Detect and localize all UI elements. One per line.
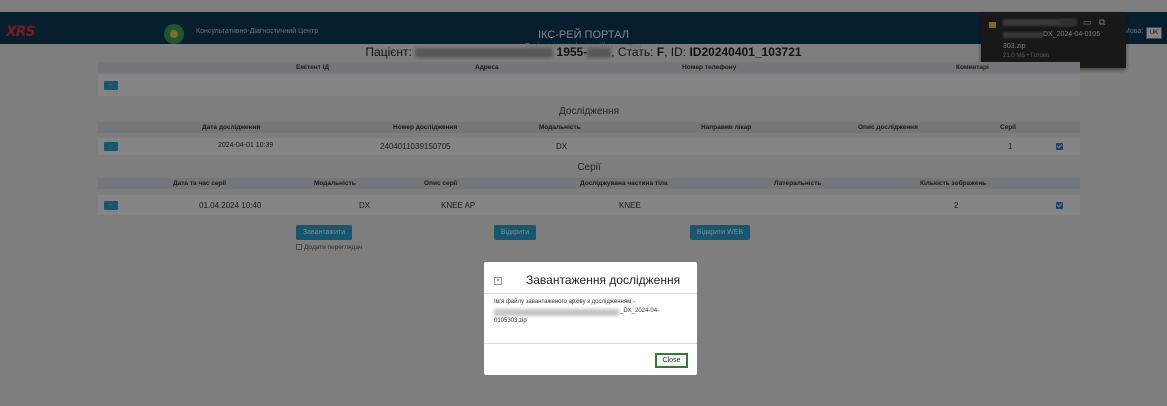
divider bbox=[484, 343, 697, 344]
dialog-filename-end: 0105303.zip bbox=[494, 318, 527, 324]
divider bbox=[484, 293, 697, 294]
redacted-filename bbox=[494, 309, 619, 316]
dialog-filename-part: _DX_2024-04- bbox=[620, 308, 660, 314]
close-icon[interactable]: × bbox=[494, 277, 502, 285]
dialog-message: Ім'я файлу завантаженого архіву з дослід… bbox=[494, 299, 635, 305]
close-button[interactable]: Close bbox=[655, 353, 688, 368]
dialog-title: Завантаження дослідження bbox=[526, 273, 681, 287]
download-dialog: × Завантаження дослідження Ім'я файлу за… bbox=[484, 262, 697, 375]
